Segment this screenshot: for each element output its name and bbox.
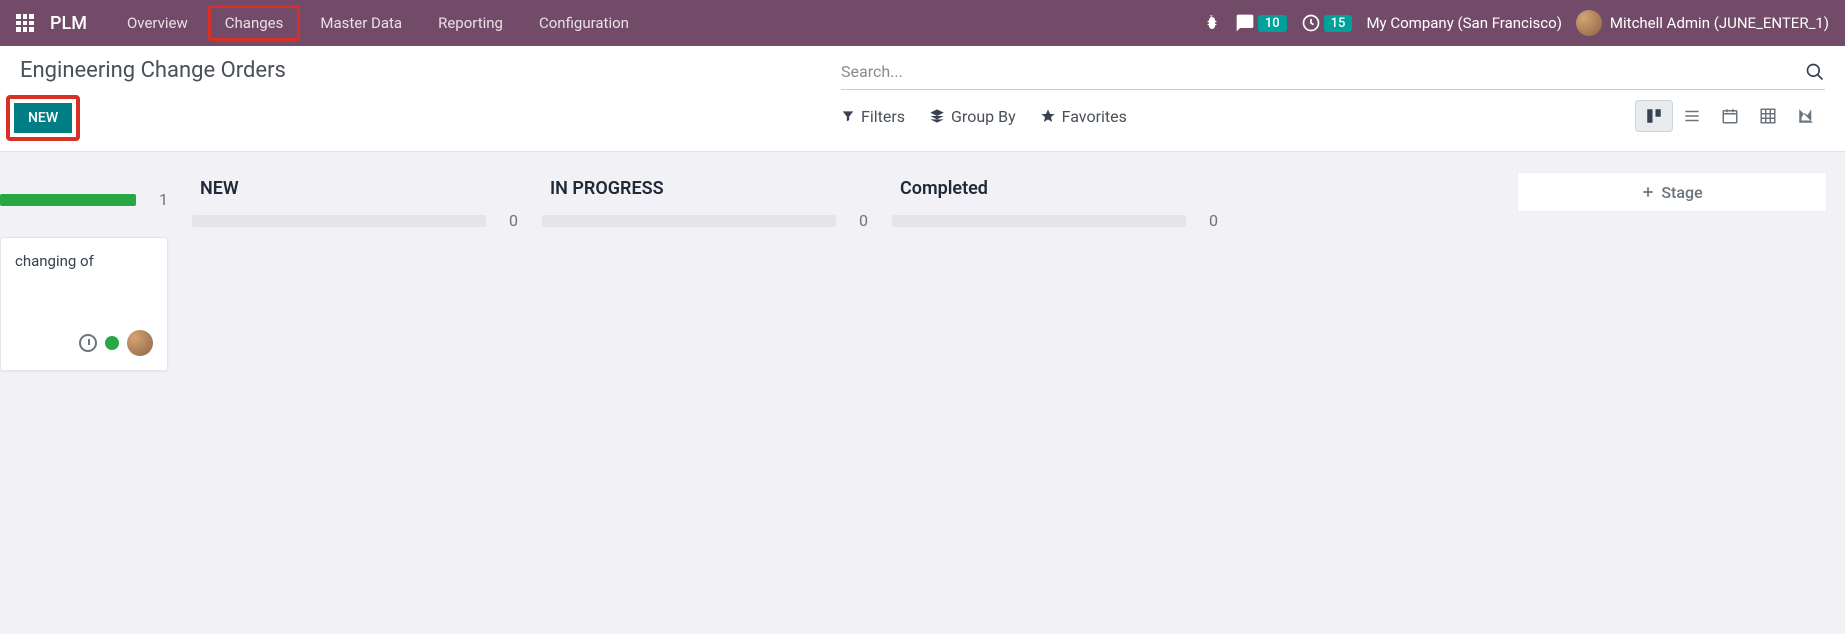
company-selector[interactable]: My Company (San Francisco)	[1366, 14, 1561, 32]
nav-right: 10 15 My Company (San Francisco) Mitchel…	[1203, 10, 1829, 36]
filters-label: Filters	[861, 107, 905, 126]
column-title[interactable]: NEW	[192, 172, 518, 205]
activities-badge: 15	[1324, 15, 1353, 32]
progress-bar	[542, 215, 836, 227]
kanban-column-new: NEW 0	[180, 172, 530, 371]
groupby-label: Group By	[951, 107, 1016, 126]
add-stage-button[interactable]: Stage	[1517, 172, 1827, 212]
nav-configuration[interactable]: Configuration	[523, 4, 645, 42]
column-count: 1	[154, 190, 168, 209]
new-button-highlight: NEW	[6, 95, 80, 141]
groupby-button[interactable]: Group By	[929, 107, 1016, 126]
header-left: Engineering Change Orders NEW	[20, 58, 286, 141]
card-title: changing of	[15, 252, 153, 270]
pivot-view-icon[interactable]	[1749, 100, 1787, 132]
toolbar-row: Filters Group By Favorites	[841, 100, 1825, 132]
kanban-board: 1 changing of NEW 0 IN PROGRESS 0 Comple…	[0, 152, 1845, 371]
top-navbar: PLM Overview Changes Master Data Reporti…	[0, 0, 1845, 46]
nav-reporting[interactable]: Reporting	[422, 4, 519, 42]
filters-button[interactable]: Filters	[841, 107, 905, 126]
column-title[interactable]	[0, 172, 168, 184]
view-switcher	[1635, 100, 1825, 132]
search-row	[841, 58, 1825, 90]
graph-view-icon[interactable]	[1787, 100, 1825, 132]
column-progress-row: 0	[192, 211, 518, 230]
search-input[interactable]	[841, 58, 1805, 85]
nav-left: PLM Overview Changes Master Data Reporti…	[16, 4, 645, 42]
apps-icon[interactable]	[16, 14, 34, 32]
column-progress-row: 0	[892, 211, 1218, 230]
user-name: Mitchell Admin (JUNE_ENTER_1)	[1610, 14, 1829, 32]
column-progress-row: 0	[542, 211, 868, 230]
kanban-column-inprogress: IN PROGRESS 0	[530, 172, 880, 371]
status-dot-icon[interactable]	[105, 336, 119, 350]
page-title: Engineering Change Orders	[20, 58, 286, 83]
kanban-column-0: 1 changing of	[0, 172, 180, 371]
favorites-button[interactable]: Favorites	[1040, 107, 1127, 126]
favorites-label: Favorites	[1062, 107, 1127, 126]
add-stage-label: Stage	[1661, 183, 1702, 202]
column-title[interactable]: Completed	[892, 172, 1218, 205]
list-view-icon[interactable]	[1673, 100, 1711, 132]
column-title[interactable]: IN PROGRESS	[542, 172, 868, 205]
messages-icon[interactable]: 10	[1235, 13, 1287, 33]
kanban-card[interactable]: changing of	[0, 237, 168, 371]
messages-badge: 10	[1258, 15, 1287, 32]
user-avatar-icon	[1576, 10, 1602, 36]
calendar-view-icon[interactable]	[1711, 100, 1749, 132]
progress-bar	[192, 215, 486, 227]
assignee-avatar-icon[interactable]	[127, 330, 153, 356]
user-menu[interactable]: Mitchell Admin (JUNE_ENTER_1)	[1576, 10, 1829, 36]
column-count: 0	[854, 211, 868, 230]
activity-clock-icon[interactable]	[79, 334, 97, 352]
card-footer	[15, 330, 153, 356]
toolbar-left: Filters Group By Favorites	[841, 107, 1127, 126]
progress-bar	[0, 194, 136, 206]
activities-icon[interactable]: 15	[1301, 13, 1353, 33]
page-header: Engineering Change Orders NEW Filters Gr…	[0, 46, 1845, 152]
bug-icon[interactable]	[1203, 14, 1221, 32]
nav-changes[interactable]: Changes	[208, 5, 301, 41]
column-progress-row: 1	[0, 190, 168, 209]
column-count: 0	[1204, 211, 1218, 230]
app-brand[interactable]: PLM	[50, 13, 87, 34]
progress-bar	[892, 215, 1186, 227]
nav-master-data[interactable]: Master Data	[304, 4, 418, 42]
kanban-view-icon[interactable]	[1635, 100, 1673, 132]
nav-overview[interactable]: Overview	[111, 4, 204, 42]
search-icon[interactable]	[1805, 62, 1825, 82]
new-button[interactable]: NEW	[14, 103, 72, 133]
header-right: Filters Group By Favorites	[841, 58, 1825, 141]
column-count: 0	[504, 211, 518, 230]
kanban-column-completed: Completed 0	[880, 172, 1230, 371]
